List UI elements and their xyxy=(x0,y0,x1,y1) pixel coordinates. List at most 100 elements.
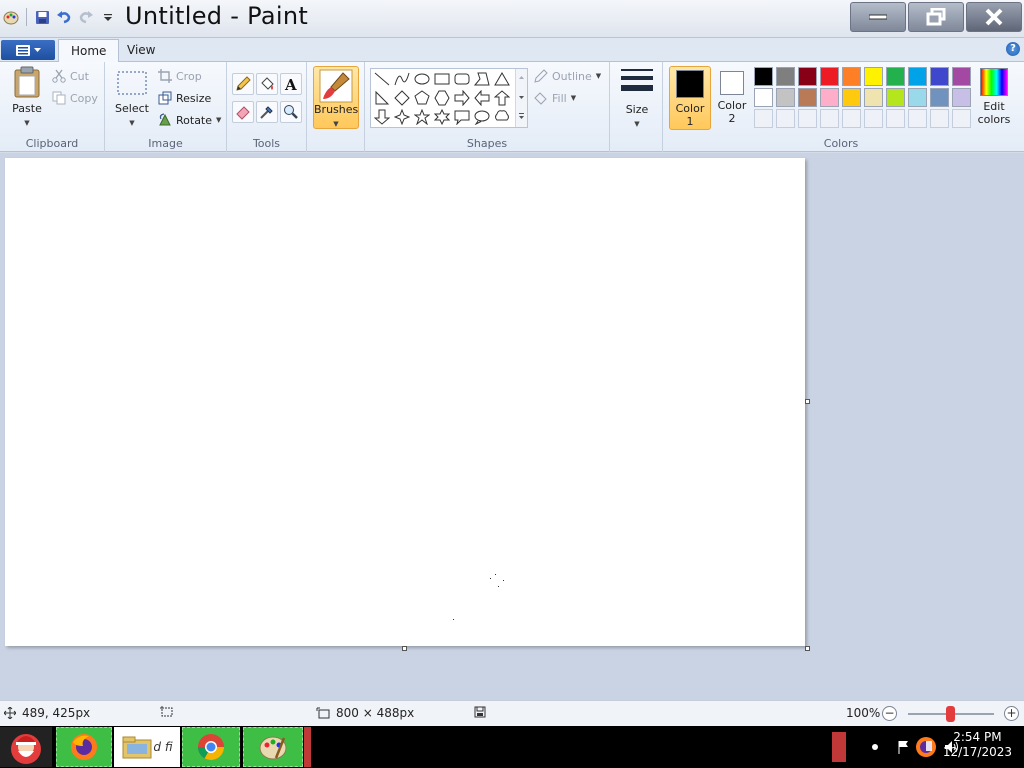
shape-rounded-rectangle[interactable] xyxy=(453,70,471,88)
palette-swatch[interactable] xyxy=(930,67,949,86)
color2-button[interactable]: Color 2 xyxy=(711,66,753,130)
color-picker-tool[interactable] xyxy=(256,101,278,123)
text-tool[interactable]: A xyxy=(280,73,302,95)
copy-button[interactable]: Copy xyxy=(52,89,98,107)
edit-colors-button[interactable]: Edit colors xyxy=(975,66,1013,126)
tab-view[interactable]: View xyxy=(115,39,167,62)
select-button[interactable]: Select ▼ xyxy=(113,70,151,128)
palette-swatch-empty[interactable] xyxy=(886,109,905,128)
shape-pentagon[interactable] xyxy=(413,89,431,107)
shape-hexagon[interactable] xyxy=(433,89,451,107)
palette-swatch-empty[interactable] xyxy=(864,109,883,128)
palette-swatch-empty[interactable] xyxy=(908,109,927,128)
palette-swatch[interactable] xyxy=(776,88,795,107)
shape-diamond[interactable] xyxy=(393,89,411,107)
shape-polygon[interactable] xyxy=(473,70,491,88)
shape-oval[interactable] xyxy=(413,70,431,88)
shape-rectangle[interactable] xyxy=(433,70,451,88)
resize-handle-corner[interactable] xyxy=(805,646,810,651)
resize-handle-right[interactable] xyxy=(805,399,810,404)
shape-up-arrow[interactable] xyxy=(493,89,511,107)
palette-swatch[interactable] xyxy=(798,88,817,107)
taskbar-firefox[interactable] xyxy=(56,727,112,767)
palette-swatch[interactable] xyxy=(952,67,971,86)
palette-swatch-empty[interactable] xyxy=(952,109,971,128)
palette-swatch[interactable] xyxy=(864,88,883,107)
close-button[interactable] xyxy=(966,2,1022,32)
shape-cloud-callout[interactable] xyxy=(493,108,511,126)
shape-left-arrow[interactable] xyxy=(473,89,491,107)
fill-button[interactable]: Fill ▼ xyxy=(533,89,576,107)
palette-swatch-empty[interactable] xyxy=(930,109,949,128)
fill-tool[interactable] xyxy=(256,73,278,95)
shape-five-point-star[interactable] xyxy=(413,108,431,126)
zoom-in-button[interactable]: + xyxy=(1004,706,1019,721)
zoom-slider-thumb[interactable] xyxy=(946,706,955,722)
magnifier-tool[interactable] xyxy=(280,101,302,123)
cut-button[interactable]: Cut xyxy=(52,67,89,85)
color2-label: Color xyxy=(717,99,747,112)
palette-swatch[interactable] xyxy=(754,67,773,86)
shape-line[interactable] xyxy=(373,70,391,88)
pencil-tool[interactable] xyxy=(232,73,254,95)
eraser-tool[interactable] xyxy=(232,101,254,123)
shape-right-arrow[interactable] xyxy=(453,89,471,107)
palette-swatch[interactable] xyxy=(864,67,883,86)
outline-button[interactable]: Outline ▼ xyxy=(533,67,601,85)
canvas-mark xyxy=(503,580,504,581)
shape-down-arrow[interactable] xyxy=(373,108,391,126)
shapes-scrollbar[interactable] xyxy=(515,69,527,127)
shape-triangle[interactable] xyxy=(493,70,511,88)
palette-swatch-empty[interactable] xyxy=(754,109,773,128)
palette-swatch-empty[interactable] xyxy=(798,109,817,128)
resize-button[interactable]: Resize xyxy=(158,89,211,107)
palette-swatch[interactable] xyxy=(952,88,971,107)
paint-app-icon[interactable] xyxy=(2,8,20,26)
help-icon[interactable]: ? xyxy=(1006,42,1020,56)
brushes-button[interactable]: Brushes ▼ xyxy=(313,66,359,129)
palette-swatch[interactable] xyxy=(908,88,927,107)
palette-swatch[interactable] xyxy=(908,67,927,86)
crop-button[interactable]: Crop xyxy=(158,67,202,85)
palette-swatch[interactable] xyxy=(820,67,839,86)
palette-swatch[interactable] xyxy=(776,67,795,86)
color1-button[interactable]: Color 1 xyxy=(669,66,711,130)
resize-handle-bottom[interactable] xyxy=(402,646,407,651)
palette-swatch[interactable] xyxy=(798,67,817,86)
tab-home[interactable]: Home xyxy=(58,39,120,62)
palette-swatch[interactable] xyxy=(842,88,861,107)
shape-six-point-star[interactable] xyxy=(433,108,451,126)
shape-oval-callout[interactable] xyxy=(473,108,491,126)
size-button[interactable]: Size ▼ xyxy=(616,67,658,129)
file-menu-button[interactable] xyxy=(1,40,55,60)
palette-swatch[interactable] xyxy=(754,88,773,107)
palette-swatch-empty[interactable] xyxy=(820,109,839,128)
taskbar-file-explorer[interactable]: d fi xyxy=(114,727,180,767)
palette-swatch[interactable] xyxy=(930,88,949,107)
palette-swatch[interactable] xyxy=(842,67,861,86)
restore-button[interactable] xyxy=(908,2,964,32)
rotate-button[interactable]: Rotate ▼ xyxy=(158,111,221,129)
minimize-button[interactable] xyxy=(850,2,906,32)
palette-swatch[interactable] xyxy=(886,88,905,107)
start-button[interactable] xyxy=(0,727,52,767)
palette-swatch-empty[interactable] xyxy=(776,109,795,128)
shape-curve[interactable] xyxy=(393,70,411,88)
paste-button[interactable]: Paste ▼ xyxy=(8,66,46,128)
color2-swatch xyxy=(720,71,744,95)
shape-rounded-callout[interactable] xyxy=(453,108,471,126)
drawing-canvas[interactable] xyxy=(5,158,805,646)
palette-swatch[interactable] xyxy=(820,88,839,107)
shape-four-point-star[interactable] xyxy=(393,108,411,126)
palette-swatch[interactable] xyxy=(886,67,905,86)
taskbar-chrome[interactable] xyxy=(182,727,240,767)
taskbar-paint[interactable] xyxy=(243,727,303,767)
redo-icon[interactable] xyxy=(77,8,95,26)
taskbar-clock[interactable]: 2:54 PM 12/17/2023 xyxy=(943,730,1012,760)
palette-swatch-empty[interactable] xyxy=(842,109,861,128)
undo-icon[interactable] xyxy=(55,8,73,26)
zoom-out-button[interactable]: − xyxy=(882,706,897,721)
save-icon[interactable] xyxy=(33,8,51,26)
customize-qat-icon[interactable] xyxy=(99,8,117,26)
shape-right-triangle[interactable] xyxy=(373,89,391,107)
